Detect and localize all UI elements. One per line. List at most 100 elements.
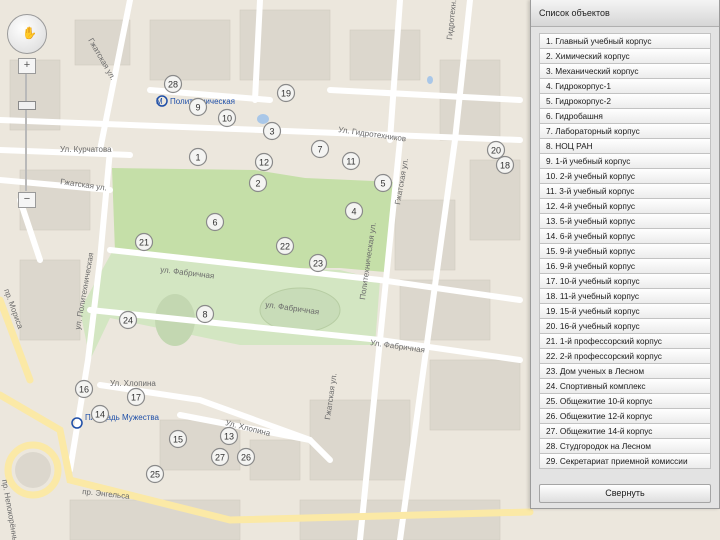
zoom-handle[interactable] [18,101,36,110]
list-item[interactable]: 6. Гидробашня [539,109,711,124]
map-marker[interactable]: 23 [308,253,328,273]
marker-number: 10 [222,114,232,124]
zoom-in-button[interactable]: + [18,58,36,74]
marker-number: 16 [79,385,89,395]
map-marker[interactable]: 17 [126,387,146,407]
list-item[interactable]: 11. 3-й учебный корпус [539,184,711,199]
map-marker[interactable]: 9 [188,97,208,117]
list-item[interactable]: 25. Общежитие 10-й корпус [539,394,711,409]
map-marker[interactable]: 15 [168,429,188,449]
marker-number: 23 [313,259,323,269]
object-list-panel: Список объектов 1. Главный учебный корпу… [530,0,720,509]
marker-number: 21 [139,238,149,248]
marker-number: 27 [215,453,225,463]
list-item[interactable]: 8. НОЦ РАН [539,139,711,154]
map-marker[interactable]: 28 [163,74,183,94]
list-item[interactable]: 29. Секретариат приемной комиссии [539,454,711,469]
list-item[interactable]: 20. 16-й учебный корпус [539,319,711,334]
list-item[interactable]: 5. Гидрокорпус-2 [539,94,711,109]
map-marker[interactable]: 16 [74,379,94,399]
marker-number: 13 [224,432,234,442]
map-marker[interactable]: 26 [236,447,256,467]
list-item[interactable]: 22. 2-й профессорский корпус [539,349,711,364]
map-marker[interactable]: 21 [134,232,154,252]
map-marker[interactable]: 14 [90,404,110,424]
map-navigation: ✋ + − [6,14,48,208]
map-marker[interactable]: 25 [145,464,165,484]
list-item[interactable]: 9. 1-й учебный корпус [539,154,711,169]
list-item[interactable]: 28. Студгородок на Лесном [539,439,711,454]
list-item[interactable]: 2. Химический корпус [539,49,711,64]
map-marker[interactable]: 8 [195,304,215,324]
pan-control[interactable]: ✋ [7,14,47,54]
marker-number: 8 [202,310,207,320]
list-item[interactable]: 13. 5-й учебный корпус [539,214,711,229]
map-marker[interactable]: 6 [205,212,225,232]
list-item[interactable]: 19. 15-й учебный корпус [539,304,711,319]
marker-number: 2 [255,179,260,189]
map-marker[interactable]: 1 [188,147,208,167]
map-marker[interactable]: 20 [486,140,506,160]
marker-number: 18 [500,161,510,171]
street-label: Ул. Курчатова [60,145,112,154]
marker-number: 28 [168,80,178,90]
map-marker[interactable]: 10 [217,108,237,128]
map-marker[interactable]: 3 [262,121,282,141]
list-item[interactable]: 27. Общежитие 14-й корпус [539,424,711,439]
list-item[interactable]: 26. Общежитие 12-й корпус [539,409,711,424]
list-item[interactable]: 3. Механический корпус [539,64,711,79]
list-item[interactable]: 4. Гидрокорпус-1 [539,79,711,94]
map-marker[interactable]: 27 [210,447,230,467]
map-marker[interactable]: 24 [118,310,138,330]
marker-number: 1 [195,153,200,163]
list-item[interactable]: 1. Главный учебный корпус [539,33,711,49]
marker-number: 7 [317,145,322,155]
list-item[interactable]: 21. 1-й профессорский корпус [539,334,711,349]
pond [257,114,269,124]
object-list: 1. Главный учебный корпус 2. Химический к… [531,33,719,469]
list-item[interactable]: 15. 9-й учебный корпус [539,244,711,259]
list-item[interactable]: 12. 4-й учебный корпус [539,199,711,214]
list-item[interactable]: 18. 11-й учебный корпус [539,289,711,304]
zoom-out-button[interactable]: − [18,192,36,208]
marker-number: 14 [95,410,105,420]
list-item[interactable]: 24. Спортивный комплекс [539,379,711,394]
marker-number: 4 [351,207,356,217]
map-marker[interactable]: 19 [276,83,296,103]
map-marker[interactable]: 7 [310,139,330,159]
marker-number: 6 [212,218,217,228]
map-marker[interactable]: 22 [275,236,295,256]
map-marker[interactable]: 4 [344,201,364,221]
marker-number: 3 [269,127,274,137]
list-item[interactable]: 23. Дом ученых в Лесном [539,364,711,379]
street-label: Ул. Хлопина [110,379,156,388]
marker-number: 15 [173,435,183,445]
list-item[interactable]: 10. 2-й учебный корпус [539,169,711,184]
list-item[interactable]: 7. Лабораторный корпус [539,124,711,139]
map-marker[interactable]: 13 [219,426,239,446]
marker-number: 17 [131,393,141,403]
marker-number: 20 [491,146,501,156]
zoom-slider[interactable] [25,74,27,191]
pond-small [427,76,433,84]
marker-number: 11 [346,157,355,167]
marker-number: 25 [150,470,160,480]
marker-number: 5 [380,179,385,189]
marker-number: 24 [123,316,133,326]
marker-number: 19 [281,89,291,99]
map-marker[interactable]: 2 [248,173,268,193]
marker-number: 12 [259,158,269,168]
marker-number: 9 [195,103,200,113]
metro-icon: М [156,97,163,106]
map-marker[interactable]: 12 [254,152,274,172]
marker-number: 26 [241,453,251,463]
list-item[interactable]: 14. 6-й учебный корпус [539,229,711,244]
list-item[interactable]: 17. 10-й учебный корпус [539,274,711,289]
map-marker[interactable]: 18 [495,155,515,175]
list-item[interactable]: 16. 9-й учебный корпус [539,259,711,274]
map-marker[interactable]: 11 [341,151,361,171]
marker-number: 22 [280,242,290,252]
collapse-button[interactable]: Свернуть [539,484,711,503]
hand-icon: ✋ [22,26,37,40]
map-marker[interactable]: 5 [373,173,393,193]
